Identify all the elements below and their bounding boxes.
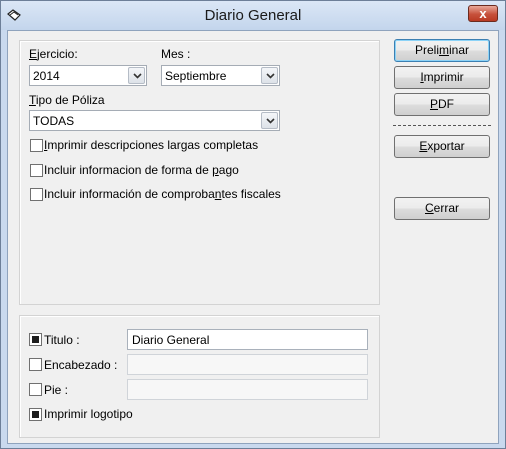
option-label[interactable]: Incluir informacion de forma de pago bbox=[44, 163, 239, 177]
ejercicio-value: 2014 bbox=[33, 69, 60, 83]
encabezado-input[interactable] bbox=[127, 354, 368, 375]
mes-value: Septiembre bbox=[165, 69, 227, 83]
pdf-button[interactable]: PDF bbox=[394, 93, 490, 116]
exportar-button[interactable]: Exportar bbox=[394, 135, 490, 158]
logotipo-label[interactable]: Imprimir logotipo bbox=[44, 407, 133, 421]
option-label[interactable]: Incluir información de comprobantes fisc… bbox=[44, 187, 281, 201]
filters-group: Ejercicio: 2014 Mes : Septiembre Tipo de… bbox=[19, 40, 380, 305]
chevron-down-icon bbox=[133, 73, 142, 79]
title-bar[interactable]: Diario General x bbox=[1, 1, 505, 30]
button-separator bbox=[393, 125, 491, 126]
chevron-down-icon bbox=[266, 73, 275, 79]
imprimir-button[interactable]: Imprimir bbox=[394, 66, 490, 89]
close-button[interactable]: x bbox=[468, 5, 498, 22]
encabezado-checkbox[interactable] bbox=[29, 358, 42, 371]
window-title: Diario General bbox=[204, 7, 302, 24]
pie-label: Pie : bbox=[44, 383, 69, 397]
tipo-poliza-label: Tipo de Póliza bbox=[29, 93, 105, 107]
preliminar-button[interactable]: Preliminar bbox=[394, 39, 490, 62]
tipo-poliza-select[interactable]: TODAS bbox=[29, 110, 280, 131]
option-checkbox[interactable] bbox=[30, 139, 43, 152]
mes-select[interactable]: Septiembre bbox=[161, 65, 280, 86]
titulo-checkbox[interactable] bbox=[29, 333, 42, 346]
report-options-group: Titulo : Diario General Encabezado : Pie… bbox=[19, 315, 380, 438]
logotipo-checkbox[interactable] bbox=[29, 408, 42, 421]
tipo-poliza-value: TODAS bbox=[33, 114, 75, 128]
chevron-down-icon bbox=[266, 118, 275, 124]
titulo-value: Diario General bbox=[132, 333, 210, 347]
option-label[interactable]: Imprimir descripciones largas completas bbox=[44, 138, 258, 152]
mes-label: Mes : bbox=[161, 47, 191, 61]
mes-dropdown-button[interactable] bbox=[261, 67, 278, 84]
dialog-window: Diario General x Ejercicio: 2014 Mes : S… bbox=[0, 0, 506, 449]
pie-input[interactable] bbox=[127, 379, 368, 400]
ejercicio-dropdown-button[interactable] bbox=[128, 67, 145, 84]
pie-checkbox[interactable] bbox=[29, 383, 42, 396]
ejercicio-label: Ejercicio: bbox=[29, 47, 78, 61]
titulo-input[interactable]: Diario General bbox=[127, 329, 368, 350]
encabezado-label: Encabezado : bbox=[44, 358, 118, 372]
ejercicio-select[interactable]: 2014 bbox=[29, 65, 147, 86]
option-checkbox[interactable] bbox=[30, 164, 43, 177]
cerrar-button[interactable]: Cerrar bbox=[394, 197, 490, 220]
tipo-poliza-dropdown-button[interactable] bbox=[261, 112, 278, 129]
option-checkbox[interactable] bbox=[30, 188, 43, 201]
titulo-label: Titulo : bbox=[44, 333, 80, 347]
